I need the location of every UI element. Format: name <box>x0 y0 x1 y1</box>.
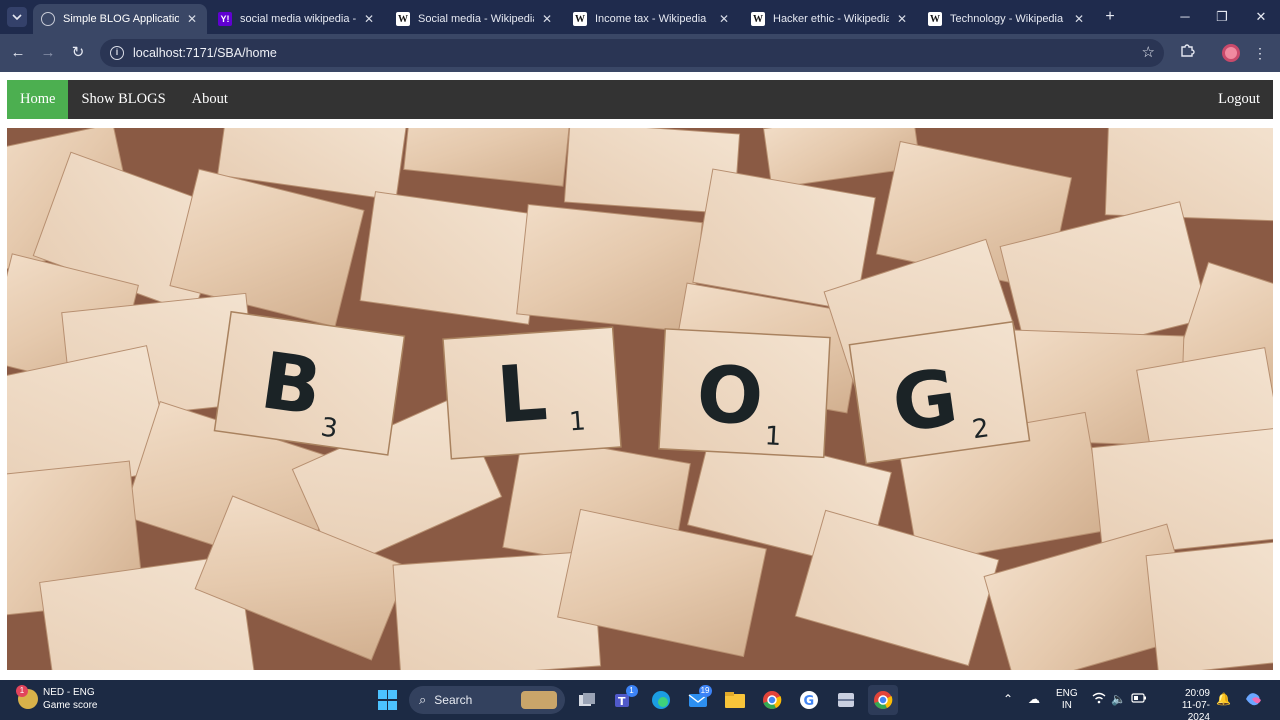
nav-logout-link[interactable]: Logout <box>1205 80 1273 119</box>
widget-subtitle: Game score <box>43 700 98 711</box>
extensions-icon[interactable] <box>1176 42 1198 64</box>
chrome-icon[interactable] <box>757 685 787 715</box>
new-tab-icon[interactable]: + <box>1100 7 1120 27</box>
address-bar[interactable]: i localhost:7171/SBA/home ☆ <box>100 39 1164 67</box>
browser-tab-active[interactable]: Simple BLOG Application ✕ <box>33 4 207 34</box>
tab-title: social media wikipedia - Ya <box>240 13 356 25</box>
browser-tab-strip: Simple BLOG Application ✕ Y! social medi… <box>0 0 1280 34</box>
restore-icon[interactable]: ❐ <box>1210 6 1234 28</box>
site-navbar: Home Show BLOGS About Logout <box>7 80 1273 119</box>
tile-score: 1 <box>764 421 782 452</box>
tab-title: Simple BLOG Application <box>63 13 179 25</box>
app-icon[interactable] <box>831 685 861 715</box>
weather-widget[interactable]: 1 NED - ENG Game score <box>16 685 98 712</box>
start-button[interactable] <box>373 685 403 715</box>
browser-tab[interactable]: W Income tax - Wikipedia ✕ <box>565 4 739 34</box>
language-code: ENG <box>1056 688 1078 699</box>
close-icon[interactable]: ✕ <box>540 12 554 26</box>
teams-icon[interactable]: T 1 <box>609 685 639 715</box>
notification-badge: 1 <box>16 685 28 697</box>
chevron-down-icon <box>12 14 22 20</box>
tile-letter: G <box>887 353 963 451</box>
bookmark-star-icon[interactable]: ☆ <box>1142 43 1155 61</box>
nav-show-blogs-link[interactable]: Show BLOGS <box>68 80 178 119</box>
tile-letter: B <box>256 336 327 433</box>
clock[interactable]: 20:09 11-07-2024 <box>1160 688 1210 720</box>
network-alert-icon[interactable]: ☁ <box>1028 692 1040 706</box>
windows-taskbar: 1 NED - ENG Game score ⌕ Search T 1 19 G… <box>0 680 1280 720</box>
wikipedia-icon: W <box>751 12 765 26</box>
cricket-ball-icon: 1 <box>16 685 38 709</box>
clock-date: 11-07-2024 <box>1181 700 1210 720</box>
search-highlight-icon <box>521 691 557 709</box>
close-icon[interactable]: ✕ <box>895 12 909 26</box>
volume-icon[interactable]: 🔈 <box>1111 692 1126 706</box>
tile-letter: O <box>694 350 765 443</box>
browser-tab[interactable]: Y! social media wikipedia - Ya ✕ <box>210 4 384 34</box>
site-info-icon[interactable]: i <box>110 46 124 60</box>
url-text: localhost:7171/SBA/home <box>133 46 277 60</box>
browser-toolbar: ← → ↻ i localhost:7171/SBA/home ☆ ⋮ <box>0 34 1280 72</box>
chrome-active-icon[interactable] <box>867 685 898 715</box>
notification-badge: 1 <box>625 685 638 697</box>
wikipedia-icon: W <box>928 12 942 26</box>
svg-text:G: G <box>803 694 814 709</box>
task-view-icon[interactable] <box>572 685 602 715</box>
notification-bell-icon[interactable]: 🔔 <box>1216 692 1231 706</box>
search-icon: ⌕ <box>419 692 427 707</box>
window-close-icon[interactable]: ✕ <box>1249 6 1273 28</box>
reload-icon[interactable]: ↻ <box>67 42 89 64</box>
browser-tab[interactable]: W Technology - Wikipedia ✕ <box>920 4 1094 34</box>
globe-icon <box>41 12 55 26</box>
widget-title: NED - ENG <box>43 687 95 698</box>
battery-icon[interactable] <box>1131 692 1147 706</box>
region-code: IN <box>1061 700 1072 711</box>
mail-icon[interactable]: 19 <box>683 685 713 715</box>
wifi-icon[interactable] <box>1092 692 1106 707</box>
nav-home-link[interactable]: Home <box>7 80 69 119</box>
clock-time: 20:09 <box>1184 688 1210 699</box>
close-icon[interactable]: ✕ <box>185 12 199 26</box>
copilot-icon[interactable] <box>1244 690 1264 711</box>
tab-title: Hacker ethic - Wikipedia <box>773 13 889 25</box>
close-icon[interactable]: ✕ <box>717 12 731 26</box>
profile-avatar[interactable] <box>1220 42 1242 64</box>
minimize-icon[interactable]: ─ <box>1173 6 1197 28</box>
tab-search-button[interactable] <box>7 7 27 27</box>
tab-title: Social media - Wikipedia <box>418 13 534 25</box>
google-icon[interactable]: G <box>794 685 824 715</box>
windows-logo-icon <box>377 690 398 710</box>
search-label: Search <box>434 693 473 707</box>
wikipedia-icon: W <box>573 12 587 26</box>
svg-text:T: T <box>618 695 626 708</box>
hero-image: B 3 L 1 O 1 G 2 <box>7 128 1273 670</box>
browser-tab[interactable]: W Social media - Wikipedia ✕ <box>388 4 562 34</box>
taskbar-search[interactable]: ⌕ Search <box>409 686 565 714</box>
browser-tab[interactable]: W Hacker ethic - Wikipedia ✕ <box>743 4 917 34</box>
wikipedia-icon: W <box>396 12 410 26</box>
tile-score: 1 <box>568 406 587 437</box>
close-icon[interactable]: ✕ <box>1072 12 1086 26</box>
close-icon[interactable]: ✕ <box>362 12 376 26</box>
notification-badge: 19 <box>698 685 712 697</box>
web-page: Home Show BLOGS About Logout B 3 L 1 O 1… <box>0 72 1280 680</box>
yahoo-icon: Y! <box>218 12 232 26</box>
chevron-up-icon[interactable]: ⌃ <box>1003 692 1013 706</box>
language-indicator[interactable]: ENG IN <box>1056 688 1078 712</box>
tab-title: Technology - Wikipedia <box>950 13 1064 25</box>
edge-browser-icon[interactable] <box>646 685 676 715</box>
nav-about-link[interactable]: About <box>179 80 241 119</box>
tile-letter: L <box>494 348 550 441</box>
file-explorer-icon[interactable] <box>720 685 750 715</box>
tab-title: Income tax - Wikipedia <box>595 13 707 25</box>
back-arrow-icon[interactable]: ← <box>7 42 29 64</box>
more-menu-icon[interactable]: ⋮ <box>1249 42 1271 64</box>
forward-arrow-icon[interactable]: → <box>37 42 59 64</box>
